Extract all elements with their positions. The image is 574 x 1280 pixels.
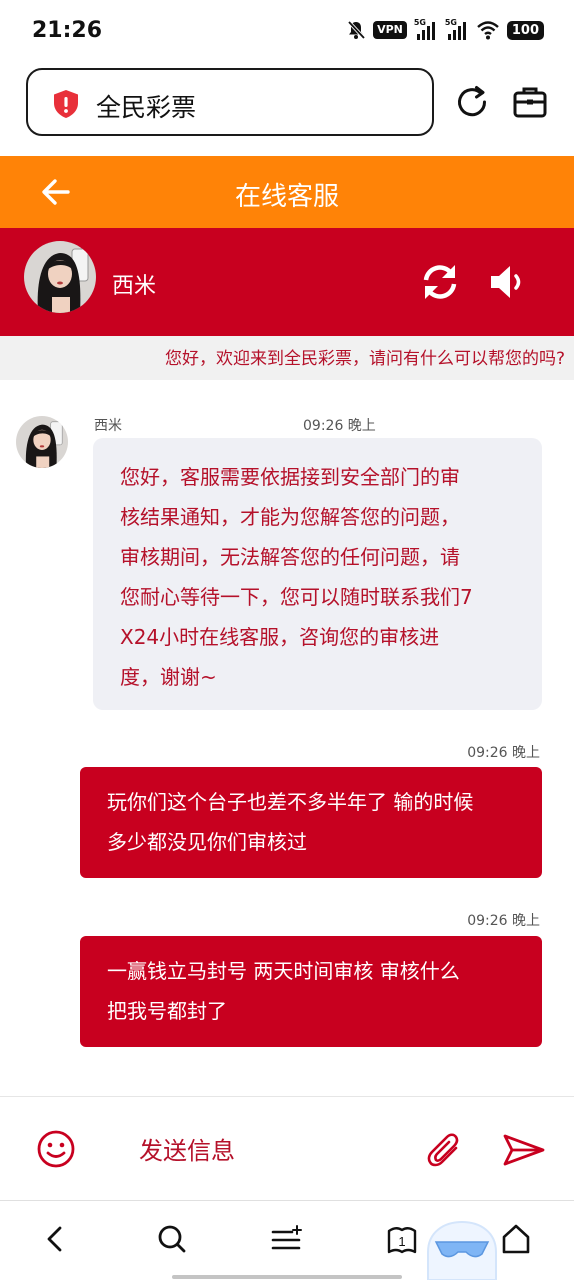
mute-icon: [347, 20, 366, 40]
announcement-text: 您好，欢迎来到全民彩票，请问有什么可以帮您的吗?: [165, 349, 566, 369]
search-icon[interactable]: [156, 1223, 188, 1255]
home-icon[interactable]: [500, 1223, 532, 1255]
avatar[interactable]: [24, 241, 96, 313]
status-time: 21:26: [32, 18, 103, 43]
avatar[interactable]: [16, 416, 68, 468]
send-icon[interactable]: [502, 1133, 546, 1167]
message-time: 09:26 晚上: [467, 745, 540, 761]
emoji-icon[interactable]: [36, 1129, 76, 1169]
message-bubble-outgoing: 一赢钱立马封号 两天时间审核 审核什么 把我号都封了: [80, 936, 542, 1047]
tabs-icon[interactable]: 1: [386, 1223, 418, 1255]
message-sender: 西米: [94, 418, 122, 434]
address-text[interactable]: 全民彩票: [96, 88, 196, 124]
app-header: 在线客服: [0, 156, 574, 228]
briefcase-icon[interactable]: [512, 84, 548, 120]
chat-area[interactable]: 西米 09:26 晚上 您好，客服需要依据接到安全部门的审 核结果通知，才能为您…: [0, 380, 574, 1096]
message-line: 您耐心等待一下，您可以随时联系我们7: [120, 585, 473, 609]
signal-icon: 5G: [445, 18, 469, 40]
wifi-icon: [477, 21, 499, 40]
message-bubble-outgoing: 玩你们这个台子也差不多半年了 输的时候 多少都没见你们审核过: [80, 767, 542, 878]
attach-icon[interactable]: [426, 1131, 464, 1171]
message-input[interactable]: 发送信息: [139, 1131, 235, 1166]
browser-bar: 全民彩票: [0, 64, 574, 156]
message-line: X24小时在线客服，咨询您的审核进: [120, 625, 440, 649]
back-icon[interactable]: [40, 1223, 72, 1255]
vpn-badge: VPN: [373, 21, 407, 39]
speaker-icon[interactable]: [488, 262, 528, 302]
message-time: 09:26 晚上: [467, 913, 540, 929]
gesture-handle[interactable]: [172, 1275, 402, 1279]
status-bar: 21:26 VPN 5G 5G 100: [0, 0, 574, 64]
shield-warning-icon[interactable]: [52, 89, 80, 119]
agent-name: 西米: [112, 274, 157, 299]
page-title: 在线客服: [234, 182, 339, 212]
message-line: 核结果通知，才能为您解答您的问题，: [120, 505, 460, 529]
address-bar[interactable]: 全民彩票: [26, 68, 434, 136]
refresh-icon[interactable]: [420, 262, 460, 302]
signal-icon: 5G: [414, 18, 438, 40]
message-line: 您好，客服需要依据接到安全部门的审: [120, 465, 460, 489]
message-line: 玩你们这个台子也差不多半年了 输的时候: [107, 790, 474, 814]
message-line: 度，谢谢~: [120, 665, 217, 689]
agent-bar: 西米: [0, 228, 574, 336]
message-line: 把我号都封了: [107, 999, 227, 1023]
tab-count: 1: [398, 1234, 405, 1249]
menu-icon[interactable]: [270, 1223, 302, 1255]
reload-icon[interactable]: [454, 84, 490, 120]
message-line: 一赢钱立马封号 两天时间审核 审核什么: [107, 959, 460, 983]
message-line: 多少都没见你们审核过: [107, 830, 307, 854]
status-icons: VPN 5G 5G 100: [346, 18, 544, 40]
message-bubble-incoming: 您好，客服需要依据接到安全部门的审 核结果通知，才能为您解答您的问题， 审核期间…: [93, 438, 542, 710]
announcement-marquee: 您好，欢迎来到全民彩票，请问有什么可以帮您的吗?: [0, 336, 574, 380]
assistant-ball-icon[interactable]: [424, 1218, 500, 1280]
message-time: 09:26 晚上: [303, 418, 376, 434]
battery-icon: 100: [506, 20, 544, 40]
message-composer: 发送信息: [0, 1096, 574, 1200]
message-line: 审核期间，无法解答您的任何问题，请: [120, 545, 460, 569]
